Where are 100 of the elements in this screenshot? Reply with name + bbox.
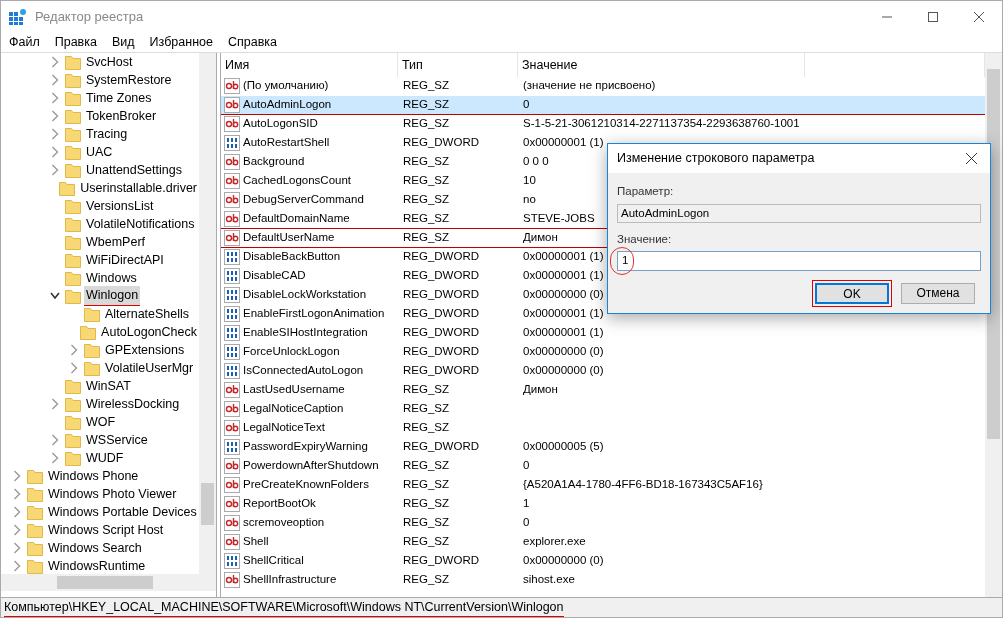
tree-item[interactable]: WbemPerf <box>84 232 148 252</box>
folder-icon <box>84 360 100 376</box>
value-type: REG_DWORD <box>403 554 480 567</box>
table-row[interactable]: EnableFirstLogonAnimation REG_DWORD 0x00000001 (1) <box>221 305 985 324</box>
vertical-scrollbar[interactable] <box>199 53 216 574</box>
tree-item[interactable]: WindowsRuntime <box>46 556 148 574</box>
tree-item[interactable]: UAC <box>84 142 115 162</box>
tree-item[interactable]: WinSAT <box>84 376 133 396</box>
tree-item[interactable]: WOF <box>84 412 118 432</box>
tree-item[interactable]: TokenBroker <box>84 106 159 126</box>
tree-item[interactable]: WirelessDocking <box>84 394 182 414</box>
dialog-button[interactable]: OK <box>815 282 889 304</box>
tree-item[interactable]: VolatileNotifications <box>84 214 197 234</box>
menu-item[interactable]: Файл <box>9 32 40 52</box>
expand-chevron-icon[interactable] <box>12 542 22 554</box>
tree-item[interactable]: Userinstallable.driver <box>78 178 199 198</box>
tree-item[interactable]: VersionsList <box>84 196 156 216</box>
tree-item[interactable]: Winlogon <box>84 286 141 306</box>
value-type: REG_SZ <box>403 98 449 111</box>
menu-item[interactable]: Правка <box>54 32 97 52</box>
menu-item[interactable]: Избранное <box>149 32 213 52</box>
tree-item[interactable]: Time Zones <box>84 88 154 108</box>
column-header[interactable]: Имя <box>225 55 250 75</box>
table-row[interactable]: AutoAdminLogon REG_SZ 0 <box>221 96 985 115</box>
table-row[interactable]: IsConnectedAutoLogon REG_DWORD 0x00000000 (0) <box>221 362 985 381</box>
folder-icon <box>80 324 97 340</box>
expand-chevron-icon[interactable] <box>12 506 22 518</box>
tree-item[interactable]: WUDF <box>84 448 126 468</box>
expand-chevron-icon[interactable] <box>50 110 60 122</box>
parameter-field[interactable]: AutoAdminLogon <box>617 204 981 224</box>
expand-chevron-icon[interactable] <box>50 74 60 86</box>
dialog-title: Изменение строкового параметра <box>617 150 815 168</box>
tree-item[interactable]: AutoLogonCheck <box>99 322 199 342</box>
table-row[interactable]: ShellCritical REG_DWORD 0x00000000 (0) <box>221 552 985 571</box>
table-row[interactable]: (По умолчанию) REG_SZ (значение не присвоено) <box>221 77 985 96</box>
expand-chevron-icon[interactable] <box>50 434 60 446</box>
tree-item[interactable]: WiFiDirectAPI <box>84 250 166 270</box>
expand-chevron-icon[interactable] <box>50 398 60 410</box>
tree-item[interactable]: UnattendSettings <box>84 160 184 180</box>
expand-chevron-icon[interactable] <box>50 452 60 464</box>
expand-chevron-icon[interactable] <box>69 362 79 374</box>
collapse-chevron-icon[interactable] <box>50 290 60 302</box>
dialog-button[interactable]: Отмена <box>901 282 975 304</box>
tree-item[interactable]: Windows Phone <box>46 466 141 486</box>
expand-chevron-icon[interactable] <box>12 560 22 572</box>
table-row[interactable]: AutoRestartShell REG_DWORD 0x00000001 (1) <box>221 134 985 153</box>
tree-item[interactable]: Tracing <box>84 124 130 144</box>
folder-icon <box>65 90 81 106</box>
tree-item[interactable]: Windows Portable Devices <box>46 502 199 522</box>
value-type: REG_DWORD <box>403 288 480 301</box>
value-type: REG_DWORD <box>403 136 480 149</box>
table-row[interactable]: ForceUnlockLogon REG_DWORD 0x00000000 (0) <box>221 343 985 362</box>
tree-item[interactable]: Windows Search <box>46 538 144 558</box>
tree-item[interactable]: SystemRestore <box>84 70 174 90</box>
expand-chevron-icon[interactable] <box>50 128 60 140</box>
expand-chevron-icon[interactable] <box>50 56 60 68</box>
tree-item[interactable]: WSService <box>84 430 150 450</box>
value-data: explorer.exe <box>523 535 586 548</box>
table-row[interactable]: LegalNoticeCaption REG_SZ <box>221 400 985 419</box>
value-field[interactable]: 1 <box>617 250 981 271</box>
tree-item[interactable]: VolatileUserMgr <box>103 358 196 378</box>
horizontal-scrollbar[interactable] <box>1 574 216 591</box>
table-row[interactable]: Shell REG_SZ explorer.exe <box>221 533 985 552</box>
expand-chevron-icon[interactable] <box>12 470 22 482</box>
value-type: REG_SZ <box>403 79 449 92</box>
expand-chevron-icon[interactable] <box>50 146 60 158</box>
tree-item[interactable]: AlternateShells <box>103 304 192 324</box>
tree-item[interactable]: SvcHost <box>84 53 135 72</box>
expand-chevron-icon[interactable] <box>12 488 22 500</box>
table-row[interactable]: PreCreateKnownFolders REG_SZ {A520A1A4-1780-4FF6-BD18-167343C5AF16} <box>221 476 985 495</box>
value-data: 0x00000000 (0) <box>523 364 604 377</box>
table-row[interactable]: PasswordExpiryWarning REG_DWORD 0x00000005 (5) <box>221 438 985 457</box>
folder-icon <box>27 486 43 502</box>
menu-item[interactable]: Справка <box>227 32 277 52</box>
column-header[interactable]: Значение <box>522 55 578 75</box>
expand-chevron-icon[interactable] <box>12 524 22 536</box>
tree-item[interactable]: Windows <box>84 268 139 288</box>
folder-icon <box>27 504 43 520</box>
maximize-icon <box>928 11 938 22</box>
expand-chevron-icon[interactable] <box>50 92 60 104</box>
expand-chevron-icon[interactable] <box>69 344 79 356</box>
table-row[interactable]: LastUsedUsername REG_SZ Димон <box>221 381 985 400</box>
table-row[interactable]: AutoLogonSID REG_SZ S-1-5-21-3061210314-2271137354-2293638760-1001 <box>221 115 985 134</box>
value-data: Димон <box>523 383 558 396</box>
value-name: DisableLockWorkstation <box>243 287 367 303</box>
table-row[interactable]: scremoveoption REG_SZ 0 <box>221 514 985 533</box>
table-row[interactable]: ReportBootOk REG_SZ 1 <box>221 495 985 514</box>
table-row[interactable]: ShellInfrastructure REG_SZ sihost.exe <box>221 571 985 590</box>
tree-item[interactable]: Windows Photo Viewer <box>46 484 179 504</box>
expand-chevron-icon[interactable] <box>50 164 60 176</box>
menu-item[interactable]: Вид <box>111 32 135 52</box>
table-row[interactable]: EnableSIHostIntegration REG_DWORD 0x00000001 (1) <box>221 324 985 343</box>
tree-item[interactable]: GPExtensions <box>103 340 187 360</box>
value-data: {A520A1A4-1780-4FF6-BD18-167343C5AF16} <box>523 478 763 491</box>
folder-icon <box>27 540 43 556</box>
table-row[interactable]: PowerdownAfterShutdown REG_SZ 0 <box>221 457 985 476</box>
table-row[interactable]: LegalNoticeText REG_SZ <box>221 419 985 438</box>
tree-item[interactable]: Windows Script Host <box>46 520 166 540</box>
value-name: DefaultDomainName <box>243 211 350 227</box>
column-header[interactable]: Тип <box>402 55 423 75</box>
